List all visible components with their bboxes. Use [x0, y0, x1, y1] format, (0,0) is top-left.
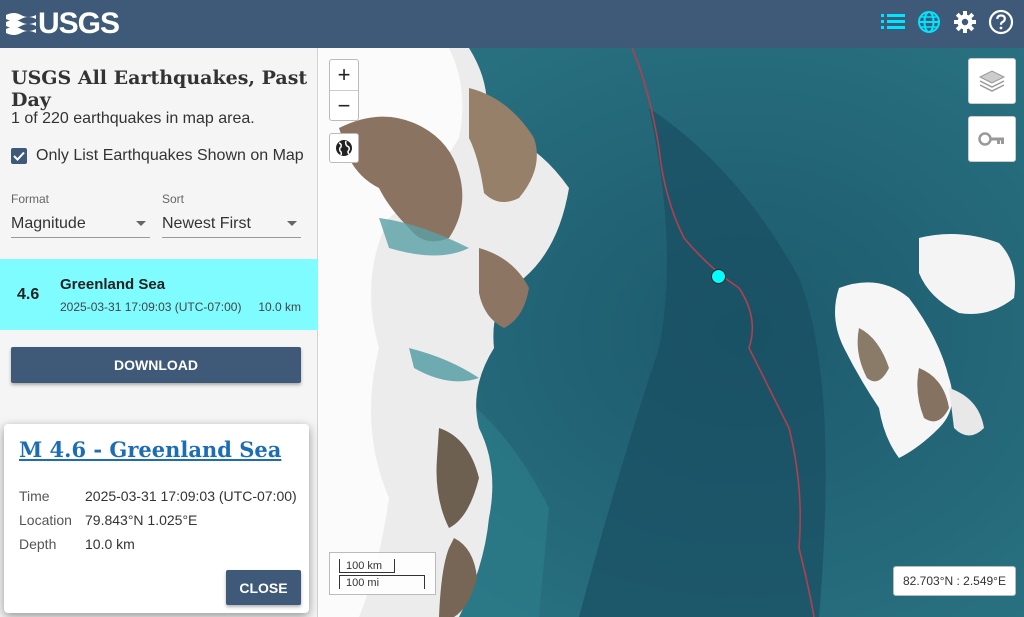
- list-icon[interactable]: [880, 9, 906, 35]
- satellite-basemap: [319, 48, 1024, 617]
- zoom-control: + −: [329, 59, 359, 121]
- download-button[interactable]: DOWNLOAD: [11, 347, 301, 383]
- gear-icon[interactable]: [952, 9, 978, 35]
- sort-select[interactable]: Sort Newest First: [162, 192, 301, 238]
- format-select[interactable]: Format Magnitude: [11, 192, 150, 238]
- time-value: 2025-03-31 17:09:03 (UTC-07:00): [85, 488, 297, 504]
- world-view-button[interactable]: [329, 133, 359, 163]
- earthquake-magnitude: 4.6: [17, 286, 40, 303]
- format-value: Magnitude: [11, 214, 86, 232]
- popup-time-row: Time 2025-03-31 17:09:03 (UTC-07:00): [19, 488, 297, 504]
- key-icon: [978, 132, 1004, 146]
- zoom-in-button[interactable]: +: [330, 60, 358, 90]
- usgs-logo[interactable]: USGS: [6, 7, 120, 41]
- depth-value: 10.0 km: [85, 536, 135, 552]
- earthquake-place: Greenland Sea: [60, 276, 166, 293]
- time-label: Time: [19, 488, 50, 504]
- location-value: 79.843°N 1.025°E: [85, 512, 198, 528]
- sort-label: Sort: [162, 192, 185, 206]
- earthquake-count: 1 of 220 earthquakes in map area.: [11, 110, 255, 127]
- depth-label: Depth: [19, 536, 57, 552]
- layers-button[interactable]: [968, 58, 1016, 104]
- globe-icon[interactable]: [916, 9, 942, 35]
- chevron-down-icon: [136, 221, 146, 226]
- earthquake-depth: 10.0 km: [258, 300, 301, 314]
- globe-icon: [336, 140, 352, 156]
- popup-location-row: Location 79.843°N 1.025°E: [19, 512, 197, 528]
- chevron-down-icon: [287, 221, 297, 226]
- format-label: Format: [11, 192, 50, 206]
- mouse-coordinates: 82.703°N : 2.549°E: [893, 566, 1016, 596]
- scale-mi: 100 mi: [339, 575, 425, 589]
- map-view[interactable]: [319, 48, 1024, 617]
- usgs-wave-icon: [6, 13, 36, 35]
- help-icon[interactable]: [988, 9, 1014, 35]
- only-list-checkbox[interactable]: Only List Earthquakes Shown on Map: [11, 147, 304, 165]
- scale-km: 100 km: [339, 559, 395, 573]
- list-title: USGS All Earthquakes, Past Day: [11, 67, 308, 111]
- only-list-label: Only List Earthquakes Shown on Map: [36, 147, 304, 164]
- layers-icon: [978, 70, 1006, 92]
- popup-title-link[interactable]: M 4.6 - Greenland Sea: [19, 437, 281, 462]
- legend-button[interactable]: [968, 116, 1016, 162]
- earthquake-list-item[interactable]: 4.6 Greenland Sea 2025-03-31 17:09:03 (U…: [0, 259, 318, 330]
- scale-bar: 100 km 100 mi: [329, 552, 436, 595]
- sort-value: Newest First: [162, 214, 251, 232]
- close-button[interactable]: CLOSE: [226, 570, 301, 605]
- top-bar: USGS: [0, 0, 1024, 48]
- location-label: Location: [19, 512, 72, 528]
- logo-text: USGS: [38, 7, 120, 40]
- earthquake-popup: M 4.6 - Greenland Sea Time 2025-03-31 17:…: [4, 424, 309, 613]
- popup-depth-row: Depth 10.0 km: [19, 536, 135, 552]
- earthquake-time: 2025-03-31 17:09:03 (UTC-07:00): [60, 300, 242, 314]
- zoom-out-button[interactable]: −: [330, 90, 358, 120]
- earthquake-marker[interactable]: [711, 269, 726, 284]
- checkbox-checked-icon[interactable]: [11, 148, 27, 164]
